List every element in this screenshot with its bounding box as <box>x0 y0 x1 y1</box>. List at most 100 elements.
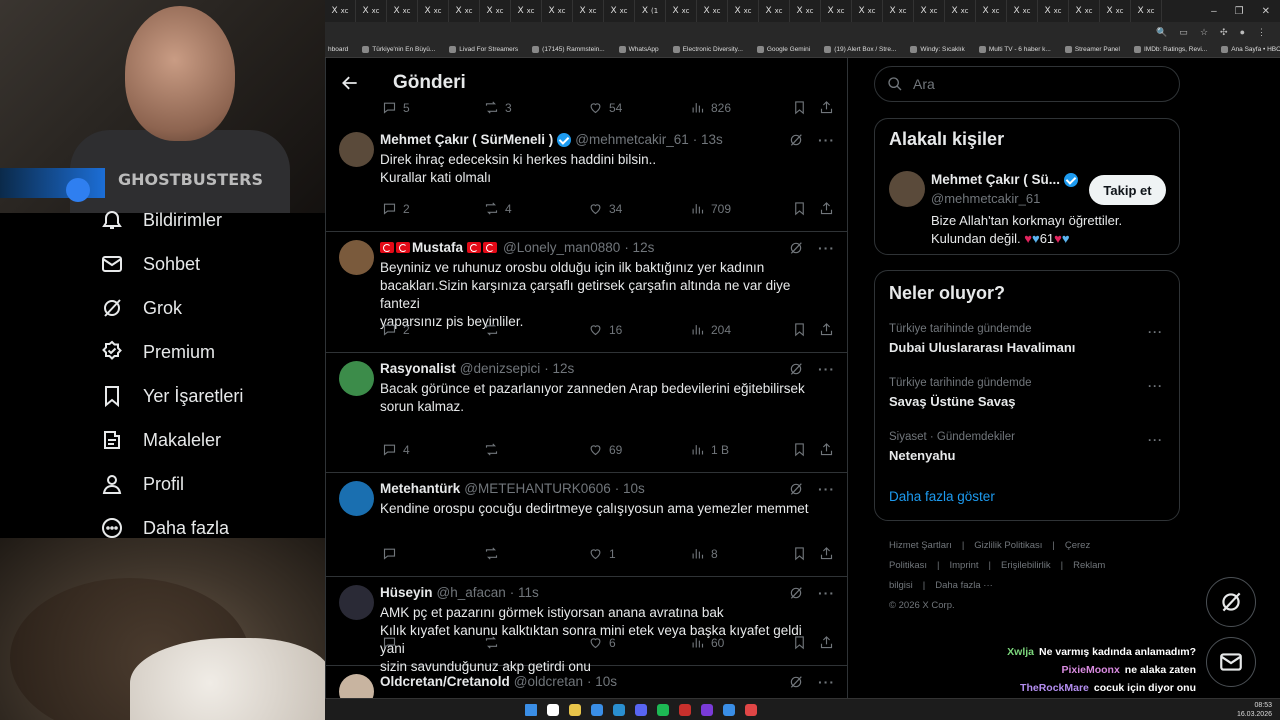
nav-item-3[interactable]: Premium <box>100 340 215 364</box>
bookmark-item[interactable]: IMDb: Ratings, Revi... <box>1134 46 1207 53</box>
bookmark-item[interactable]: Türkiye'nin En Büyü... <box>362 46 435 53</box>
browser-tab[interactable]: Xxc <box>852 0 883 22</box>
tab-close-icon[interactable]: xc <box>372 7 380 15</box>
extensions-icon[interactable]: ✣ <box>1220 27 1228 38</box>
avatar[interactable] <box>339 132 374 167</box>
star-icon[interactable]: ☆ <box>1200 27 1208 38</box>
tab-close-icon[interactable]: xc <box>868 7 876 15</box>
file-explorer-icon[interactable] <box>569 704 581 716</box>
bookmark-label[interactable]: Electronic Diversity... <box>683 46 743 53</box>
bookmark-item[interactable]: Streamer Panel <box>1064 46 1120 53</box>
more-options-icon[interactable]: ··· <box>818 361 835 377</box>
repost-button[interactable]: 4 <box>484 201 512 216</box>
start-icon[interactable] <box>525 704 537 716</box>
more-options-icon[interactable]: ··· <box>818 240 835 256</box>
minimize-icon[interactable]: – <box>1211 6 1217 17</box>
share-button[interactable] <box>819 322 834 337</box>
nav-item-6[interactable]: Profil <box>100 472 184 496</box>
edge-icon[interactable] <box>591 704 603 716</box>
grok-icon[interactable] <box>788 361 804 377</box>
browser-tab[interactable]: Xxc <box>883 0 914 22</box>
bookmark-label[interactable]: hboard <box>328 46 348 53</box>
browser-tab[interactable]: Xxc <box>728 0 759 22</box>
bookmark-button[interactable] <box>792 322 807 337</box>
more-options-icon[interactable]: ··· <box>818 132 835 148</box>
author-name[interactable]: Hüseyin <box>380 585 433 600</box>
tweet[interactable]: Metehantürk @METEHANTURK0606 · 10s ··· Kendi… <box>326 473 847 577</box>
bookmark-label[interactable]: Ana Sayfa • HBO Max <box>1231 46 1280 53</box>
share-button[interactable] <box>819 442 834 457</box>
repost-button[interactable] <box>484 322 505 337</box>
tweet-time[interactable]: · 10s <box>615 481 645 496</box>
show-more-link[interactable]: Daha fazla göster <box>889 489 995 504</box>
tab-close-icon[interactable]: xc <box>403 7 411 15</box>
tweet-time[interactable]: · 13s <box>693 132 723 147</box>
views-button[interactable]: 204 <box>690 322 731 337</box>
share-button[interactable] <box>819 546 834 561</box>
browser-tab[interactable]: Xxc <box>697 0 728 22</box>
trend-item[interactable]: Türkiye tarihinde gündemde Dubai Uluslara… <box>889 323 1169 355</box>
browser-tab[interactable]: Xxc <box>387 0 418 22</box>
views-button[interactable]: 826 <box>690 100 731 115</box>
browser-tab[interactable]: Xxc <box>604 0 635 22</box>
bookmark-item[interactable]: Livad For Streamers <box>449 46 518 53</box>
tweet[interactable]: Mustafa @Lonely_man0880 · 12s ··· Beyniniz v… <box>326 232 847 353</box>
author-handle[interactable]: @denizsepici <box>460 361 541 376</box>
footer-link[interactable]: Hizmet Şartları <box>889 540 952 551</box>
more-options-icon[interactable]: ··· <box>1148 379 1163 393</box>
search-placeholder[interactable]: Ara <box>913 76 935 92</box>
spotify-icon[interactable] <box>657 704 669 716</box>
browser-tab[interactable]: Xxc <box>945 0 976 22</box>
tab-close-icon[interactable]: xc <box>837 7 845 15</box>
bookmark-label[interactable]: Multi TV - 6 haber k... <box>989 46 1051 53</box>
bookmark-button[interactable] <box>792 100 807 115</box>
browser-tab[interactable]: Xxc <box>759 0 790 22</box>
messages-fab[interactable] <box>1206 637 1256 687</box>
tab-close-icon[interactable]: xc <box>992 7 1000 15</box>
like-button[interactable]: 6 <box>588 635 616 650</box>
browser-tab[interactable]: Xxc <box>449 0 480 22</box>
like-button[interactable]: 54 <box>588 100 622 115</box>
avatar[interactable] <box>889 171 925 207</box>
browser-tab[interactable]: Xxc <box>666 0 697 22</box>
tab-close-icon[interactable]: xc <box>961 7 969 15</box>
tweet[interactable]: Mehmet Çakır ( SürMeneli ) @mehmetcakir_6… <box>326 124 847 232</box>
repost-button[interactable]: 3 <box>484 100 512 115</box>
reply-button[interactable] <box>382 635 403 650</box>
grok-icon[interactable] <box>788 585 804 601</box>
share-button[interactable] <box>819 100 834 115</box>
footer-link[interactable]: Erişilebilirlik <box>1001 560 1051 571</box>
views-button[interactable]: 709 <box>690 201 731 216</box>
browser-tab[interactable]: Xxc <box>356 0 387 22</box>
tab-close-icon[interactable]: xc <box>682 7 690 15</box>
tab-close-icon[interactable]: xc <box>465 7 473 15</box>
avatar[interactable] <box>339 481 374 516</box>
close-icon[interactable]: ✕ <box>1262 6 1270 17</box>
bookmark-item[interactable]: Google Gemini <box>756 46 810 53</box>
browser-tab[interactable]: Xxc <box>914 0 945 22</box>
maximize-icon[interactable]: ❐ <box>1235 6 1244 17</box>
tweet-time[interactable]: · 12s <box>624 240 654 255</box>
repost-button[interactable] <box>484 442 505 457</box>
like-button[interactable]: 34 <box>588 201 622 216</box>
tab-close-icon[interactable]: xc <box>1147 7 1155 15</box>
avatar[interactable] <box>339 361 374 396</box>
reply-button[interactable]: 4 <box>382 442 410 457</box>
bookmark-item[interactable]: Multi TV - 6 haber k... <box>978 46 1051 53</box>
bookmark-button[interactable] <box>792 546 807 561</box>
more-options-icon[interactable]: ··· <box>1148 433 1163 447</box>
author-name[interactable]: Mustafa <box>412 240 463 255</box>
browser-tab[interactable]: Xxc <box>790 0 821 22</box>
chrome-icon[interactable] <box>745 704 757 716</box>
nav-item-2[interactable]: Grok <box>100 296 182 320</box>
tab-close-icon[interactable]: xc <box>744 7 752 15</box>
browser-tab[interactable]: Xxc <box>976 0 1007 22</box>
profile-icon[interactable]: ● <box>1240 27 1245 37</box>
related-name-row[interactable]: Mehmet Çakır ( Sü... <box>931 172 1079 187</box>
tweet[interactable]: Oldcretan/Cretanold @oldcretan · 10s ··· <box>326 666 847 698</box>
browser-tab[interactable]: Xxc <box>821 0 852 22</box>
browser-tab[interactable]: Xxc <box>542 0 573 22</box>
reply-button[interactable]: 5 <box>382 100 410 115</box>
tab-close-icon[interactable]: xc <box>806 7 814 15</box>
repost-button[interactable] <box>484 546 505 561</box>
